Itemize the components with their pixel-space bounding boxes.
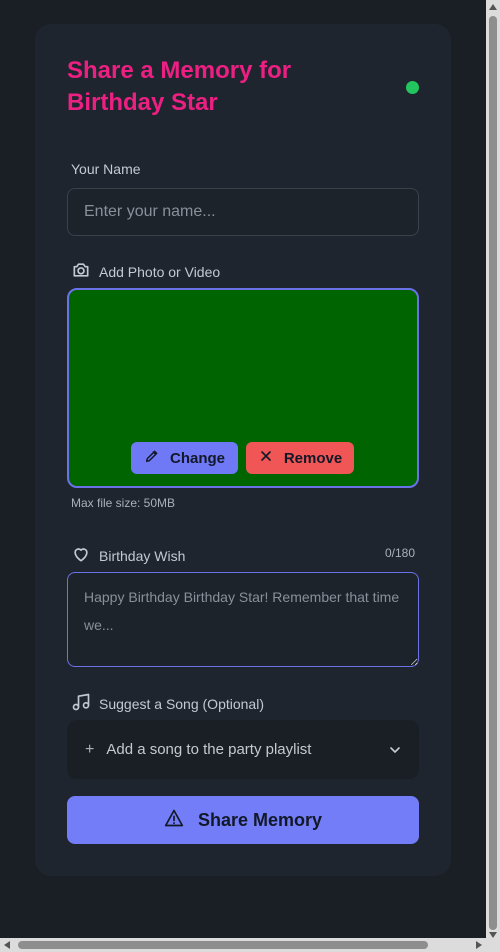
remove-label: Remove bbox=[283, 449, 343, 467]
vertical-scrollbar[interactable] bbox=[486, 0, 500, 938]
heart-icon bbox=[71, 544, 91, 567]
scroll-up-arrow-icon[interactable] bbox=[489, 4, 497, 10]
pencil-icon bbox=[144, 448, 160, 468]
wish-char-counter: 0/180 bbox=[384, 546, 415, 560]
vertical-scroll-thumb[interactable] bbox=[489, 16, 497, 930]
name-label: Your Name bbox=[71, 161, 141, 177]
memory-form-card: Share a Memory for Birthday Star Your Na… bbox=[35, 24, 451, 876]
song-label: Suggest a Song (Optional) bbox=[71, 692, 264, 715]
max-size-hint: Max file size: 50MB bbox=[71, 496, 176, 510]
wish-label-text: Birthday Wish bbox=[99, 547, 186, 564]
song-label-text: Suggest a Song (Optional) bbox=[99, 695, 264, 712]
name-input[interactable] bbox=[67, 188, 419, 236]
plus-icon: + bbox=[85, 740, 95, 758]
wish-label: Birthday Wish bbox=[71, 544, 185, 567]
chevron-down-icon bbox=[387, 742, 403, 758]
media-preview[interactable]: Change Remove bbox=[67, 288, 419, 488]
share-memory-button[interactable]: Share Memory bbox=[67, 796, 419, 844]
scroll-right-arrow-icon[interactable] bbox=[476, 941, 482, 949]
close-icon bbox=[258, 448, 274, 468]
media-label: Add Photo or Video bbox=[71, 260, 220, 283]
horizontal-scrollbar[interactable] bbox=[0, 938, 500, 952]
remove-media-button[interactable]: Remove bbox=[246, 442, 354, 474]
horizontal-scroll-thumb[interactable] bbox=[18, 941, 428, 949]
submit-label: Share Memory bbox=[197, 809, 323, 830]
song-select-text: Add a song to the party playlist bbox=[106, 741, 312, 758]
name-label-text: Your Name bbox=[71, 161, 141, 177]
wish-textarea[interactable] bbox=[67, 572, 419, 667]
song-select-dropdown[interactable]: + Add a song to the party playlist bbox=[67, 720, 419, 779]
change-media-button[interactable]: Change bbox=[131, 442, 238, 474]
music-note-icon bbox=[71, 692, 91, 715]
form-title: Share a Memory for Birthday Star bbox=[67, 57, 292, 116]
status-indicator bbox=[406, 81, 419, 94]
media-label-text: Add Photo or Video bbox=[99, 263, 221, 280]
warning-icon bbox=[164, 808, 184, 833]
scroll-left-arrow-icon[interactable] bbox=[4, 941, 10, 949]
change-label: Change bbox=[169, 449, 225, 467]
camera-icon bbox=[71, 260, 91, 283]
